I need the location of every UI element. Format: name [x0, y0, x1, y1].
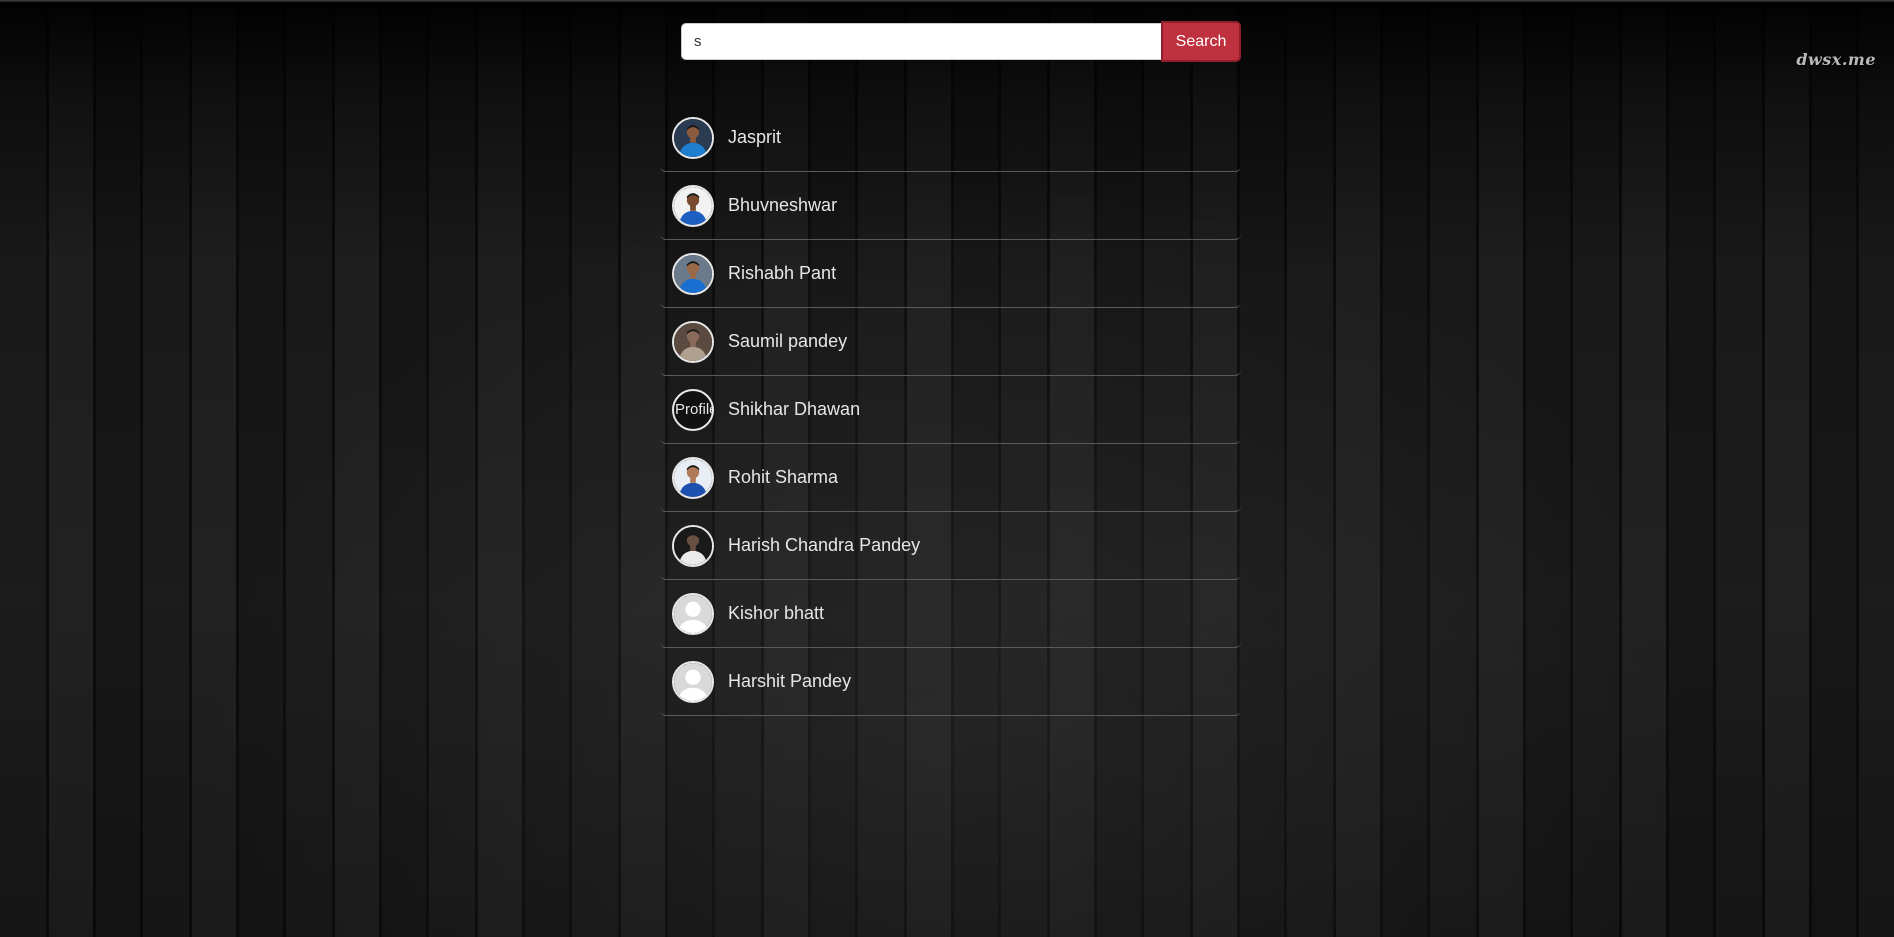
profile-photo [672, 456, 714, 499]
person-name: Bhuvneshwar [728, 195, 838, 215]
result-item[interactable]: Jasprit [660, 104, 1241, 172]
profile-photo [672, 252, 714, 295]
person-name: Rohit Sharma [728, 467, 839, 487]
default-avatar-icon [672, 592, 714, 635]
result-item[interactable]: Harshit Pandey [660, 648, 1241, 716]
results-list: Jasprit Bhuvneshwar Rishabh Pant Saumil pan… [660, 104, 1241, 716]
person-name: Harshit Pandey [728, 671, 852, 691]
result-item[interactable]: Rohit Sharma [660, 444, 1241, 512]
person-name: Shikhar Dhawan [728, 399, 861, 419]
profile-photo [672, 184, 714, 227]
person-name: Saumil pandey [728, 331, 848, 351]
default-avatar-icon [672, 660, 714, 703]
search-bar: Search [681, 21, 1241, 62]
result-item[interactable]: Bhuvneshwar [660, 172, 1241, 240]
watermark: dwsx.me [1796, 50, 1876, 69]
result-item[interactable]: Profile Shikhar Dhawan [660, 376, 1241, 444]
search-button[interactable]: Search [1161, 21, 1241, 62]
profile-photo [672, 116, 714, 159]
person-name: Kishor bhatt [728, 603, 825, 623]
result-item[interactable]: Kishor bhatt [660, 580, 1241, 648]
result-item[interactable]: Saumil pandey [660, 308, 1241, 376]
top-border [0, 0, 1894, 8]
result-item[interactable]: Rishabh Pant [660, 240, 1241, 308]
profile-photo [672, 524, 714, 567]
result-item[interactable]: Harish Chandra Pandey [660, 512, 1241, 580]
person-name: Jasprit [728, 127, 782, 147]
search-input[interactable] [681, 23, 1161, 60]
profile-photo [672, 320, 714, 363]
person-name: Harish Chandra Pandey [728, 535, 921, 555]
broken-avatar-image: Profile [672, 388, 714, 431]
person-name: Rishabh Pant [728, 263, 837, 283]
